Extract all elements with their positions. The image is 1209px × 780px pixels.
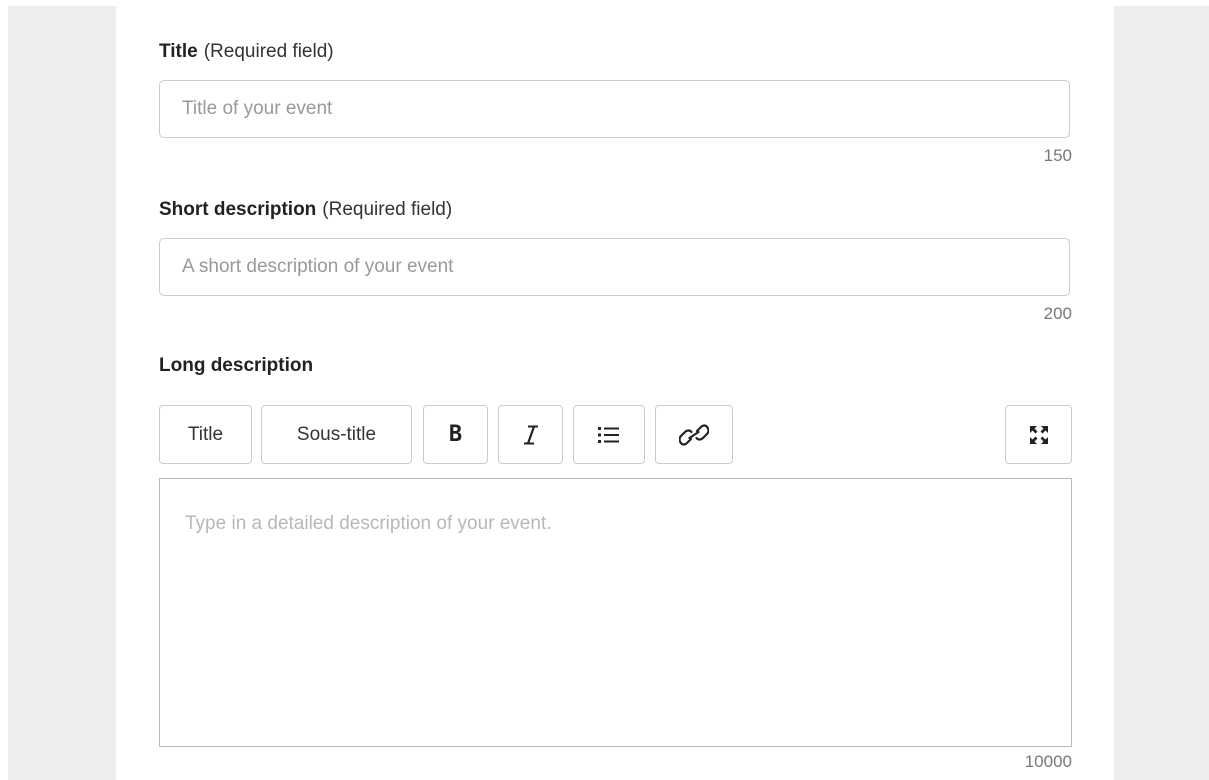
- fullscreen-button[interactable]: [1005, 405, 1072, 464]
- short-description-input[interactable]: [159, 238, 1070, 296]
- title-format-button[interactable]: Title: [159, 405, 252, 464]
- subtitle-format-button[interactable]: Sous-title: [261, 405, 412, 464]
- link-button[interactable]: [655, 405, 733, 464]
- short-description-label: Short description: [159, 199, 317, 220]
- right-gutter: [1114, 6, 1209, 780]
- fullscreen-icon: [1029, 425, 1048, 444]
- long-description-char-counter: 10000: [1024, 752, 1072, 771]
- title-field-label: Title (Required field): [159, 41, 334, 63]
- long-description-label: Long description: [159, 355, 314, 376]
- italic-icon: [521, 424, 541, 446]
- long-description-placeholder: Type in a detailed description of your e…: [185, 513, 552, 534]
- title-char-counter: 150: [1043, 146, 1072, 165]
- title-required-note: (Required field): [203, 41, 334, 62]
- page: Title(Required field) 150 Short descript…: [0, 0, 1209, 780]
- title-input[interactable]: [159, 80, 1070, 138]
- left-gutter: [8, 6, 116, 780]
- title-format-label: Title: [187, 423, 224, 445]
- long-description-field-label: Long description: [159, 355, 313, 377]
- bold-button[interactable]: B: [423, 405, 488, 464]
- bold-icon: B: [448, 422, 463, 447]
- subtitle-format-label: Sous-title: [296, 423, 377, 445]
- italic-button[interactable]: [498, 405, 563, 464]
- link-icon: [679, 423, 709, 447]
- short-description-field-label: Short description (Required field): [159, 199, 452, 221]
- bullet-list-button[interactable]: [573, 405, 645, 464]
- list-icon: [597, 425, 621, 445]
- short-description-char-counter: 200: [1043, 304, 1072, 323]
- title-label: Title: [159, 41, 198, 62]
- short-description-required-note: (Required field): [322, 199, 453, 220]
- long-description-editor[interactable]: Type in a detailed description of your e…: [159, 478, 1072, 747]
- editor-toolbar: Title Sous-title B: [159, 405, 1072, 466]
